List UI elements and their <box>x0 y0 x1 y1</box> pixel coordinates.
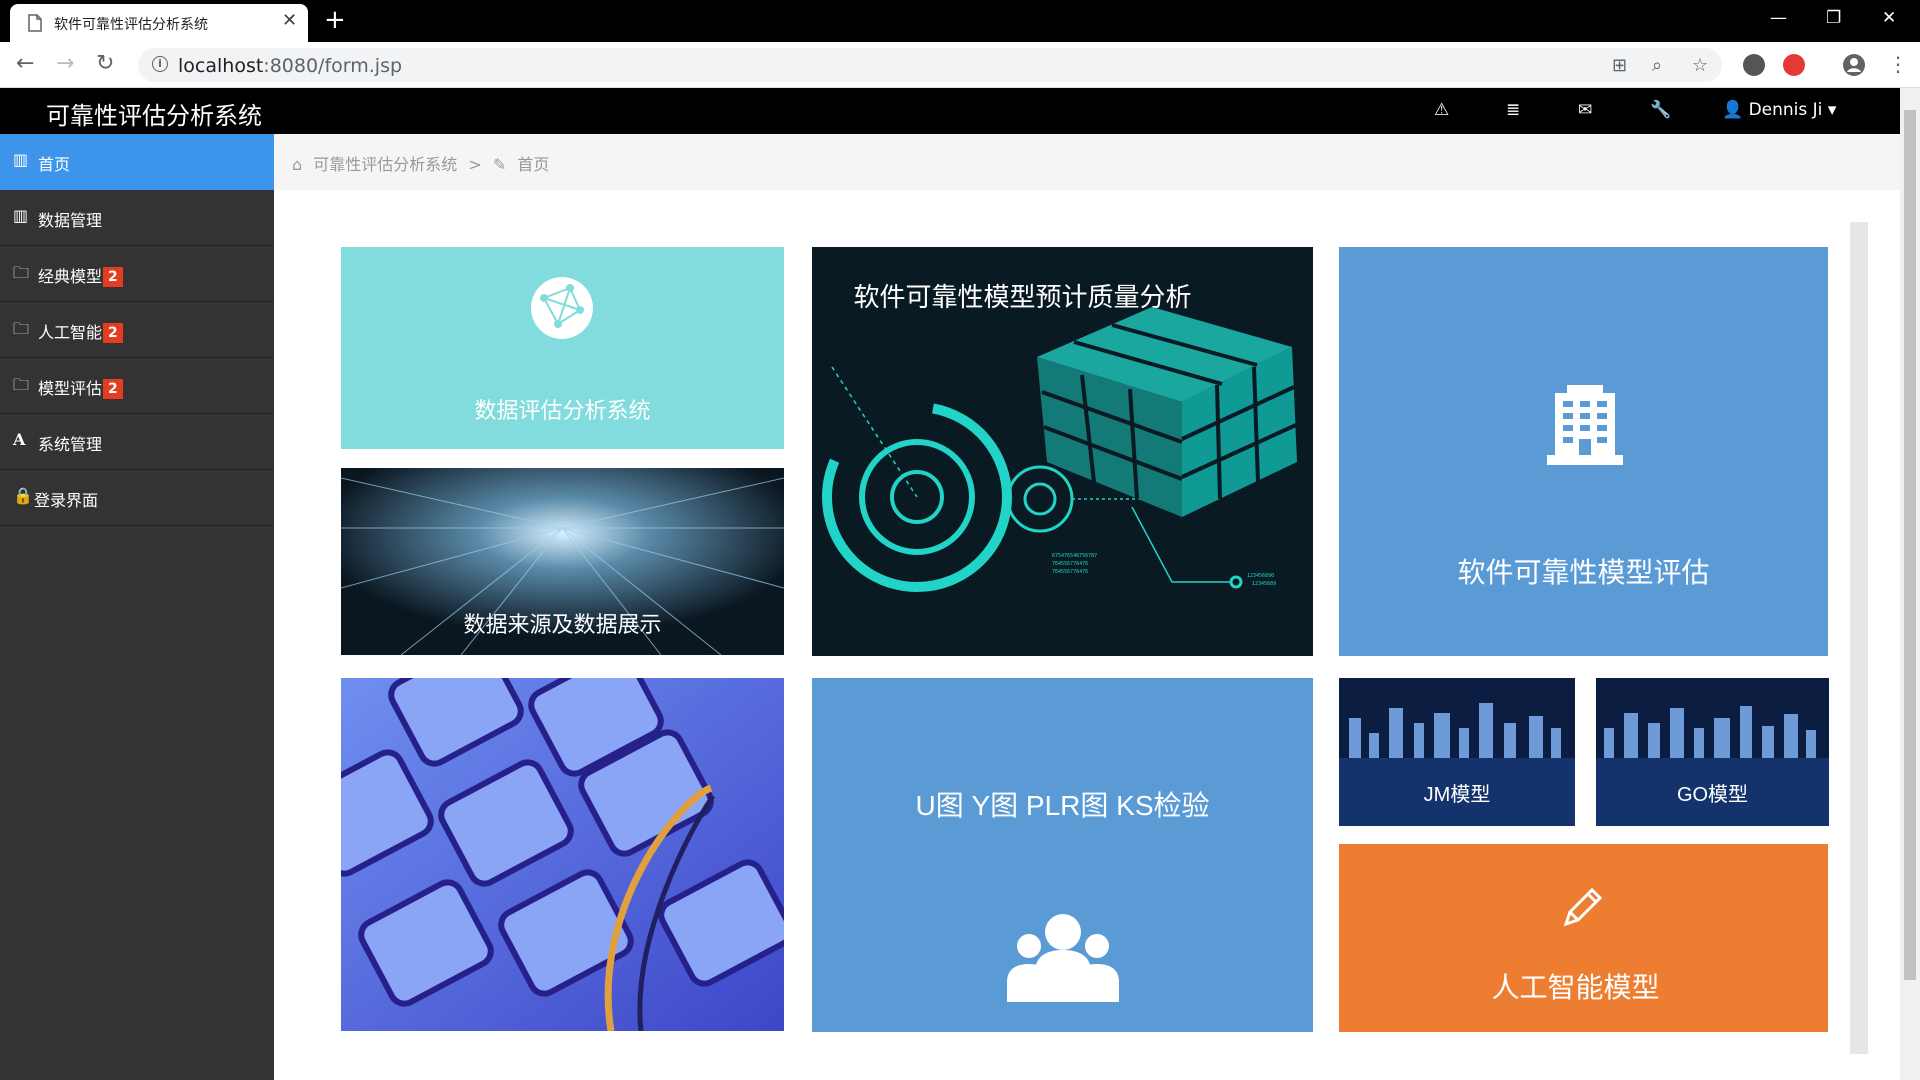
forward-icon[interactable]: → <box>56 50 74 78</box>
caret-down-icon: ▾ <box>1827 100 1837 120</box>
tile-data-evaluation[interactable]: 数据评估分析系统 <box>341 247 784 449</box>
svg-text:12345689: 12345689 <box>1252 581 1276 587</box>
tab-close-icon[interactable]: ✕ <box>282 10 297 31</box>
content-scrollbar[interactable] <box>1850 222 1868 1054</box>
count-badge: 2 <box>103 379 123 399</box>
scrollbar-thumb[interactable] <box>1904 110 1916 980</box>
sidebar-item-data-management[interactable]: ▥ 数据管理 <box>0 190 274 246</box>
folder-icon: 🗀 <box>13 319 30 338</box>
sidebar-item-label: 人工智能 <box>38 323 103 342</box>
svg-text:675476546756787: 675476546756787 <box>1052 553 1097 559</box>
tile-jm-model[interactable]: JM模型 <box>1339 678 1575 826</box>
pencil-icon <box>1563 887 1603 927</box>
sidebar-item-home[interactable]: ▥ 首页 <box>0 134 274 190</box>
tile-title: JM模型 <box>1423 784 1491 806</box>
folder-icon: 🗀 <box>13 263 30 282</box>
tile-data-source[interactable]: 数据来源及数据展示 <box>341 468 784 655</box>
close-window-icon[interactable]: ✕ <box>1882 6 1896 30</box>
sidebar-item-label: 登录界面 <box>34 491 99 510</box>
edit-icon: ✎ <box>492 155 507 174</box>
new-tab-button[interactable]: + <box>324 6 346 34</box>
user-menu[interactable]: 👤 Dennis Ji ▾ <box>1722 100 1836 120</box>
site-info-icon[interactable]: i <box>152 56 168 72</box>
sidebar-item-label: 系统管理 <box>38 435 103 454</box>
translate-icon[interactable]: ⊞ <box>1612 55 1627 76</box>
sidebar-item-label: 模型评估 <box>38 379 103 398</box>
sidebar-item-model-evaluation[interactable]: 🗀 模型评估 2 <box>0 358 274 414</box>
tile-title: 数据评估分析系统 <box>474 399 651 424</box>
extension-red-icon[interactable] <box>1783 54 1805 76</box>
breadcrumb: ⌂ 可靠性评估分析系统 > ✎ 首页 <box>292 151 555 175</box>
sidebar-item-classic-models[interactable]: 🗀 经典模型 2 <box>0 246 274 302</box>
url-text[interactable]: localhost:8080/form.jsp <box>178 55 402 77</box>
sidebar-item-ai[interactable]: 🗀 人工智能 2 <box>0 302 274 358</box>
count-badge: 2 <box>103 323 123 343</box>
breadcrumb-current: 首页 <box>517 155 550 174</box>
sidebar-item-system-management[interactable]: A 系统管理 <box>0 414 274 470</box>
tile-go-model[interactable]: GO模型 <box>1596 678 1829 826</box>
breadcrumb-bar: ⌂ 可靠性评估分析系统 > ✎ 首页 <box>274 134 1900 190</box>
wrench-icon[interactable]: 🔧 <box>1650 100 1671 120</box>
tab-title: 软件可靠性评估分析系统 <box>54 17 208 33</box>
tile-model-evaluation[interactable]: 软件可靠性模型评估 <box>1339 247 1828 656</box>
zoom-icon[interactable]: ⌕ <box>1652 55 1662 76</box>
tile-title: 数据来源及数据展示 <box>463 613 662 638</box>
users-group-icon <box>1007 914 1119 1002</box>
restore-icon[interactable]: ❐ <box>1826 6 1841 30</box>
extension-icon[interactable] <box>1743 54 1765 76</box>
tile-title: U图 Y图 PLR图 KS检验 <box>915 790 1210 821</box>
tile-tests[interactable]: U图 Y图 PLR图 KS检验 <box>812 678 1313 1032</box>
network-globe-icon <box>531 277 593 339</box>
svg-text:764556776476: 764556776476 <box>1052 561 1088 567</box>
lock-icon: 🔒 <box>13 486 33 505</box>
tab-strip: 软件可靠性评估分析系统 ✕ + — ❐ ✕ <box>0 0 1920 42</box>
sidebar-item-label: 经典模型 <box>38 267 103 286</box>
tasks-icon[interactable]: ≣ <box>1506 100 1520 120</box>
sidebar-item-label: 首页 <box>38 155 71 174</box>
user-icon: 👤 <box>1722 100 1744 120</box>
svg-text:123456890: 123456890 <box>1247 573 1274 579</box>
user-name: Dennis Ji <box>1748 100 1823 120</box>
minimize-icon[interactable]: — <box>1770 6 1787 30</box>
sidebar-item-login[interactable]: 🔒 登录界面 <box>0 470 274 526</box>
top-navbar: 可靠性评估分析系统 ⚠ ≣ ✉ 🔧 👤 Dennis Ji ▾ <box>0 88 1900 134</box>
brand-title[interactable]: 可靠性评估分析系统 <box>46 96 262 131</box>
home-icon: ⌂ <box>292 155 303 174</box>
sidebar: ▥ 首页 ▥ 数据管理 🗀 经典模型 2 🗀 人工智能 2 🗀 模型评估 2 A 系统… <box>0 134 274 1080</box>
folder-icon: 🗀 <box>13 375 30 394</box>
font-icon: A <box>13 430 26 449</box>
browser-toolbar: ← → ↻ i localhost:8080/form.jsp ⊞ ⌕ ☆ ⋮ <box>0 42 1920 88</box>
svg-text:764556776476: 764556776476 <box>1052 569 1088 575</box>
breadcrumb-separator: > <box>468 155 482 174</box>
browser-tab[interactable]: 软件可靠性评估分析系统 ✕ <box>10 4 308 42</box>
page-scrollbar[interactable] <box>1900 88 1920 1080</box>
breadcrumb-root[interactable]: 可靠性评估分析系统 <box>313 155 457 174</box>
tile-title: 软件可靠性模型评估 <box>1457 556 1710 589</box>
keyboard-lock-illustration <box>341 678 784 1031</box>
count-badge: 2 <box>103 267 123 287</box>
bookmark-star-icon[interactable]: ☆ <box>1692 55 1708 76</box>
back-icon[interactable]: ← <box>16 50 34 78</box>
tile-quality-analysis[interactable]: 软件可靠性模型预计质量分析 675476546756787 7645567764… <box>812 247 1313 656</box>
reload-icon[interactable]: ↻ <box>96 50 114 78</box>
browser-chrome: 软件可靠性评估分析系统 ✕ + — ❐ ✕ ← → ↻ i localhost:… <box>0 0 1920 88</box>
bar-chart-icon: ▥ <box>13 150 29 169</box>
address-bar[interactable]: i localhost:8080/form.jsp ⊞ ⌕ ☆ <box>138 48 1722 82</box>
sidebar-item-label: 数据管理 <box>38 211 103 230</box>
tile-title: 人工智能模型 <box>1491 971 1660 1004</box>
tile-ai-model[interactable]: 人工智能模型 <box>1339 844 1828 1032</box>
document-icon <box>28 14 42 32</box>
envelope-icon[interactable]: ✉ <box>1578 100 1592 120</box>
building-icon <box>1547 385 1623 465</box>
menu-kebab-icon[interactable]: ⋮ <box>1888 50 1908 78</box>
tile-keyboard-image[interactable] <box>341 678 784 1031</box>
tile-title: GO模型 <box>1676 784 1749 806</box>
cube-tech-illustration: 675476546756787 764556776476 76455677647… <box>822 307 1297 592</box>
warning-icon[interactable]: ⚠ <box>1434 100 1449 120</box>
profile-icon[interactable] <box>1842 53 1866 77</box>
bar-chart-icon: ▥ <box>13 206 29 225</box>
